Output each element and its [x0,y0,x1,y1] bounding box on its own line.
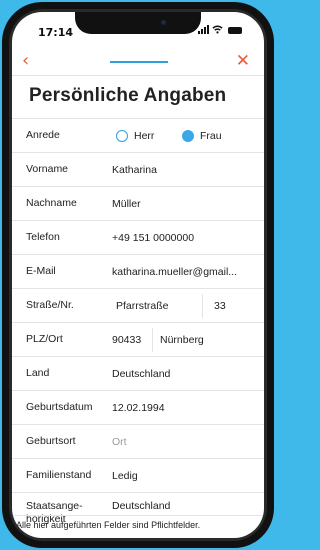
wifi-icon [212,25,223,34]
radio-circle-selected [182,129,194,142]
status-icons [198,25,242,34]
field-label: E-Mail [26,265,56,277]
field-land[interactable]: Land Deutschland [12,356,264,390]
telefon-input[interactable]: +49 151 0000000 [112,232,194,244]
field-label: Anrede [26,129,60,141]
nav-divider [12,75,264,76]
nachname-input[interactable]: Müller [112,198,141,210]
field-telefon[interactable]: Telefon +49 151 0000000 [12,220,264,254]
required-fields-note: Alle hier aufgeführten Felder sind Pflic… [12,515,264,538]
notch [75,12,201,34]
battery-icon [228,27,242,34]
page-title: Persönliche Angaben [29,85,227,106]
field-strasse: Straße/Nr. Pfarrstraße 33 [12,288,264,322]
field-anrede: Anrede Herr Frau [12,118,264,152]
field-geburtsort[interactable]: Geburtsort Ort [12,424,264,458]
field-label: Telefon [26,231,60,243]
status-time: 17:14 [38,26,74,39]
house-number-input[interactable]: 33 [214,300,226,312]
personal-data-form: Anrede Herr Frau Vorname Katharina Nachn… [12,118,264,532]
field-email[interactable]: E-Mail katharina.mueller@gmail... [12,254,264,288]
radio-frau[interactable]: Frau [182,129,222,142]
camera-dot [161,20,166,25]
field-label: Vorname [26,163,69,175]
back-icon[interactable]: ‹ [22,50,29,72]
radio-herr[interactable]: Herr [116,129,155,142]
geburtsort-input[interactable]: Ort [112,436,127,448]
field-divider [152,328,153,352]
radio-label: Herr [134,129,155,142]
field-label: Geburtsort [26,435,76,447]
vorname-input[interactable]: Katharina [112,164,157,176]
street-input[interactable]: Pfarrstraße [116,300,169,312]
field-divider [202,294,203,318]
field-label: Straße/Nr. [26,299,74,311]
field-plzort: PLZ/Ort 90433 Nürnberg [12,322,264,356]
field-familienstand[interactable]: Familienstand Ledig [12,458,264,492]
ort-input[interactable]: Nürnberg [160,334,204,346]
screen: 17:14 ‹ ✕ Persönliche Angaben Anrede Her… [12,12,264,538]
field-vorname[interactable]: Vorname Katharina [12,152,264,186]
signal-icon [198,25,209,34]
staatsangehoerigkeit-select[interactable]: Deutschland [112,500,170,512]
geburtsdatum-input[interactable]: 12.02.1994 [112,402,165,414]
radio-label: Frau [200,129,222,142]
familienstand-select[interactable]: Ledig [112,470,138,482]
field-label: Familienstand [26,469,92,481]
nav-bar: ‹ ✕ [12,50,264,76]
plz-input[interactable]: 90433 [112,334,141,346]
field-label: PLZ/Ort [26,333,63,345]
radio-circle [116,129,128,142]
field-label: Geburtsdatum [26,401,93,413]
email-input[interactable]: katharina.mueller@gmail... [112,266,237,278]
field-geburtsdatum[interactable]: Geburtsdatum 12.02.1994 [12,390,264,424]
field-label: Nachname [26,197,77,209]
close-icon[interactable]: ✕ [236,50,250,72]
field-nachname[interactable]: Nachname Müller [12,186,264,220]
progress-indicator [110,61,168,63]
land-select[interactable]: Deutschland [112,368,170,380]
field-label: Land [26,367,50,379]
